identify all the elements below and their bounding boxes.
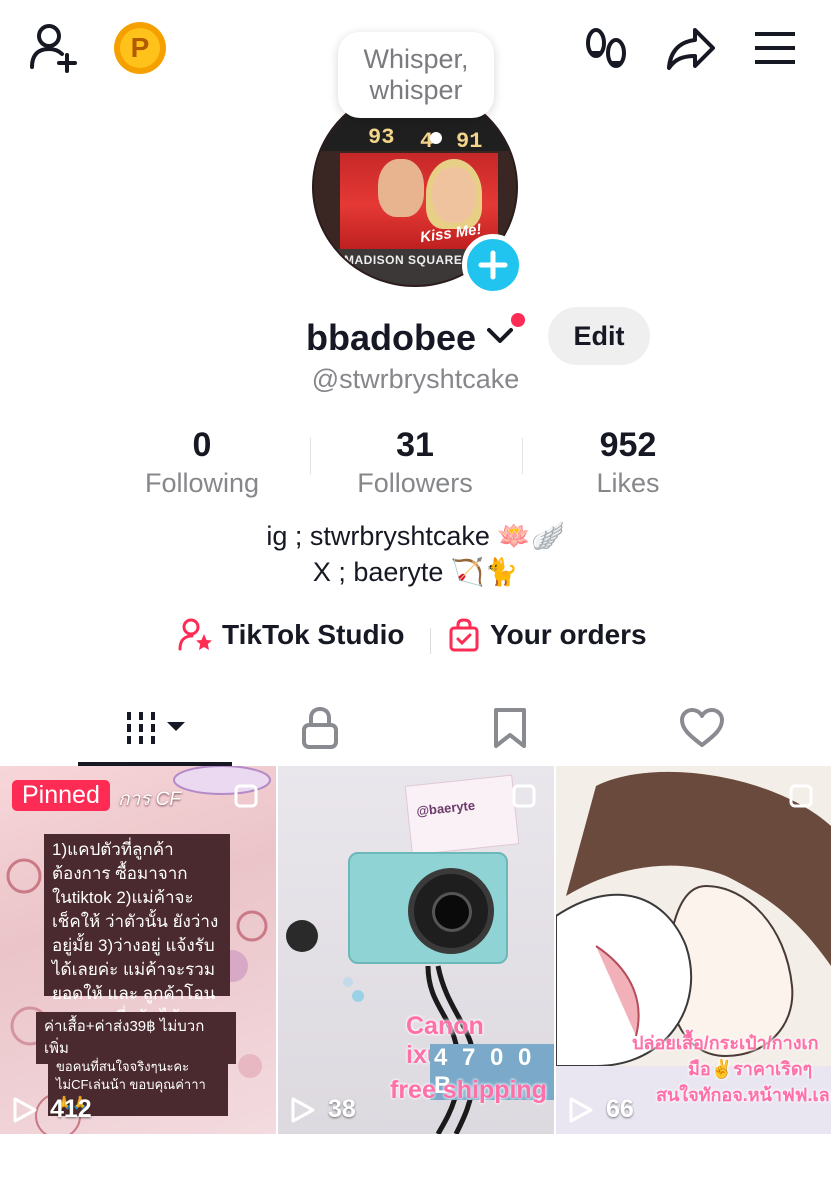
stat-value: 31 [396, 426, 434, 464]
stat-following[interactable]: 0 Following [102, 424, 302, 500]
orders-label: Your orders [490, 619, 647, 650]
play-icon [569, 1097, 593, 1122]
pinned-badge: Pinned [12, 780, 110, 811]
view-count: 412 [12, 1095, 92, 1124]
view-count: 66 [568, 1095, 634, 1124]
share-icon[interactable] [664, 24, 718, 74]
video-body-text: 1)แคปตัวที่ลูกค้าต้องการ ซื้อมาจาก ในtik… [44, 834, 230, 1051]
stat-followers[interactable]: 31 Followers [315, 424, 515, 500]
profile-stats: 0 Following 31 Followers 952 Likes [0, 424, 831, 504]
stat-divider [310, 438, 311, 474]
profile-links: TikTok Studio Your orders [0, 618, 831, 662]
view-count-value: 66 [606, 1095, 634, 1123]
avatar-score-left: 93 [368, 125, 395, 150]
stat-value: 0 [192, 426, 212, 464]
play-icon [13, 1097, 37, 1122]
video-thumbnail[interactable]: การ CF 1)แคปตัวที่ลูกค้าต้องการ ซื้อมาจา… [0, 766, 276, 1134]
view-count-value: 412 [50, 1095, 92, 1123]
add-friend-icon[interactable] [28, 22, 84, 74]
grid-icon [127, 712, 185, 744]
video-thumbnail[interactable]: ปล่อยเสื้อ/กระเป๋า/กางเก มือ✌️ราคาเริดๆ … [556, 766, 831, 1134]
overlay-line-1: ปล่อยเสื้อ/กระเป๋า/กางเก [632, 1033, 819, 1053]
chevron-down-icon[interactable] [486, 326, 514, 346]
studio-icon [178, 618, 212, 651]
links-divider [430, 628, 431, 654]
stat-value: 952 [599, 426, 657, 464]
view-count-value: 38 [328, 1095, 356, 1123]
stat-label: Following [144, 468, 260, 498]
add-avatar-button[interactable] [462, 234, 524, 296]
overlay-line-3: free shipping [390, 1076, 547, 1104]
overlay-line-2: มือ✌️ราคาเริดๆ [688, 1059, 813, 1079]
bookmark-icon [494, 708, 526, 748]
lock-icon [302, 706, 338, 749]
studio-label: TikTok Studio [222, 619, 405, 650]
user-handle: @stwrbryshtcake [311, 364, 520, 394]
your-orders-link[interactable]: Your orders [448, 618, 647, 652]
tab-saved[interactable] [432, 690, 588, 766]
bio-line-2: X ; baeryte 🏹🐈 [312, 557, 519, 587]
tab-videos[interactable] [78, 690, 234, 766]
play-icon [291, 1097, 315, 1122]
bio-line-1: ig ; stwrbryshtcake 🪷🪽 [266, 521, 565, 551]
tab-liked[interactable] [624, 690, 780, 766]
tab-private[interactable] [242, 690, 398, 766]
bubble-line-1: Whisper, [363, 44, 469, 74]
multi-photo-icon [234, 784, 258, 808]
profile-tabs [0, 690, 831, 768]
video-thumbnail[interactable]: @baeryte Canon ixus1 4 7 0 0 B free ship… [278, 766, 554, 1134]
stat-label: Likes [596, 468, 660, 498]
profile-bio: ig ; stwrbryshtcake 🪷🪽 X ; baeryte 🏹🐈 [0, 518, 831, 590]
heart-icon [680, 708, 724, 747]
video-header-text: การ CF [118, 789, 181, 810]
shopping-bag-icon [449, 618, 479, 652]
stat-likes[interactable]: 952 Likes [528, 424, 728, 500]
footprints-icon[interactable] [580, 24, 632, 76]
video-grid: การ CF 1)แคปตัวที่ลูกค้าต้องการ ซื้อมาจา… [0, 766, 831, 1134]
view-count: 38 [290, 1095, 356, 1124]
coins-icon[interactable]: P [114, 22, 166, 74]
menu-icon[interactable] [750, 26, 800, 70]
edit-profile-button[interactable]: Edit [548, 307, 650, 365]
multi-photo-icon [789, 784, 813, 808]
bubble-tail [430, 132, 442, 144]
stat-label: Followers [357, 468, 473, 498]
overlay-line-3: สนใจทักอจ.หน้าฟฟ.เลยค่ [656, 1085, 831, 1105]
name-row: bbadobee [0, 306, 831, 366]
multi-photo-icon [512, 784, 536, 808]
username[interactable]: bbadobee [306, 317, 476, 359]
bubble-line-2: whisper [369, 75, 463, 105]
tiktok-studio-link[interactable]: TikTok Studio [178, 618, 405, 652]
notification-dot [509, 311, 527, 329]
stat-divider [522, 438, 523, 474]
status-bubble[interactable]: Whisper, whisper [338, 32, 494, 118]
plus-icon [478, 250, 508, 280]
avatar-score-right: 91 [456, 129, 483, 154]
